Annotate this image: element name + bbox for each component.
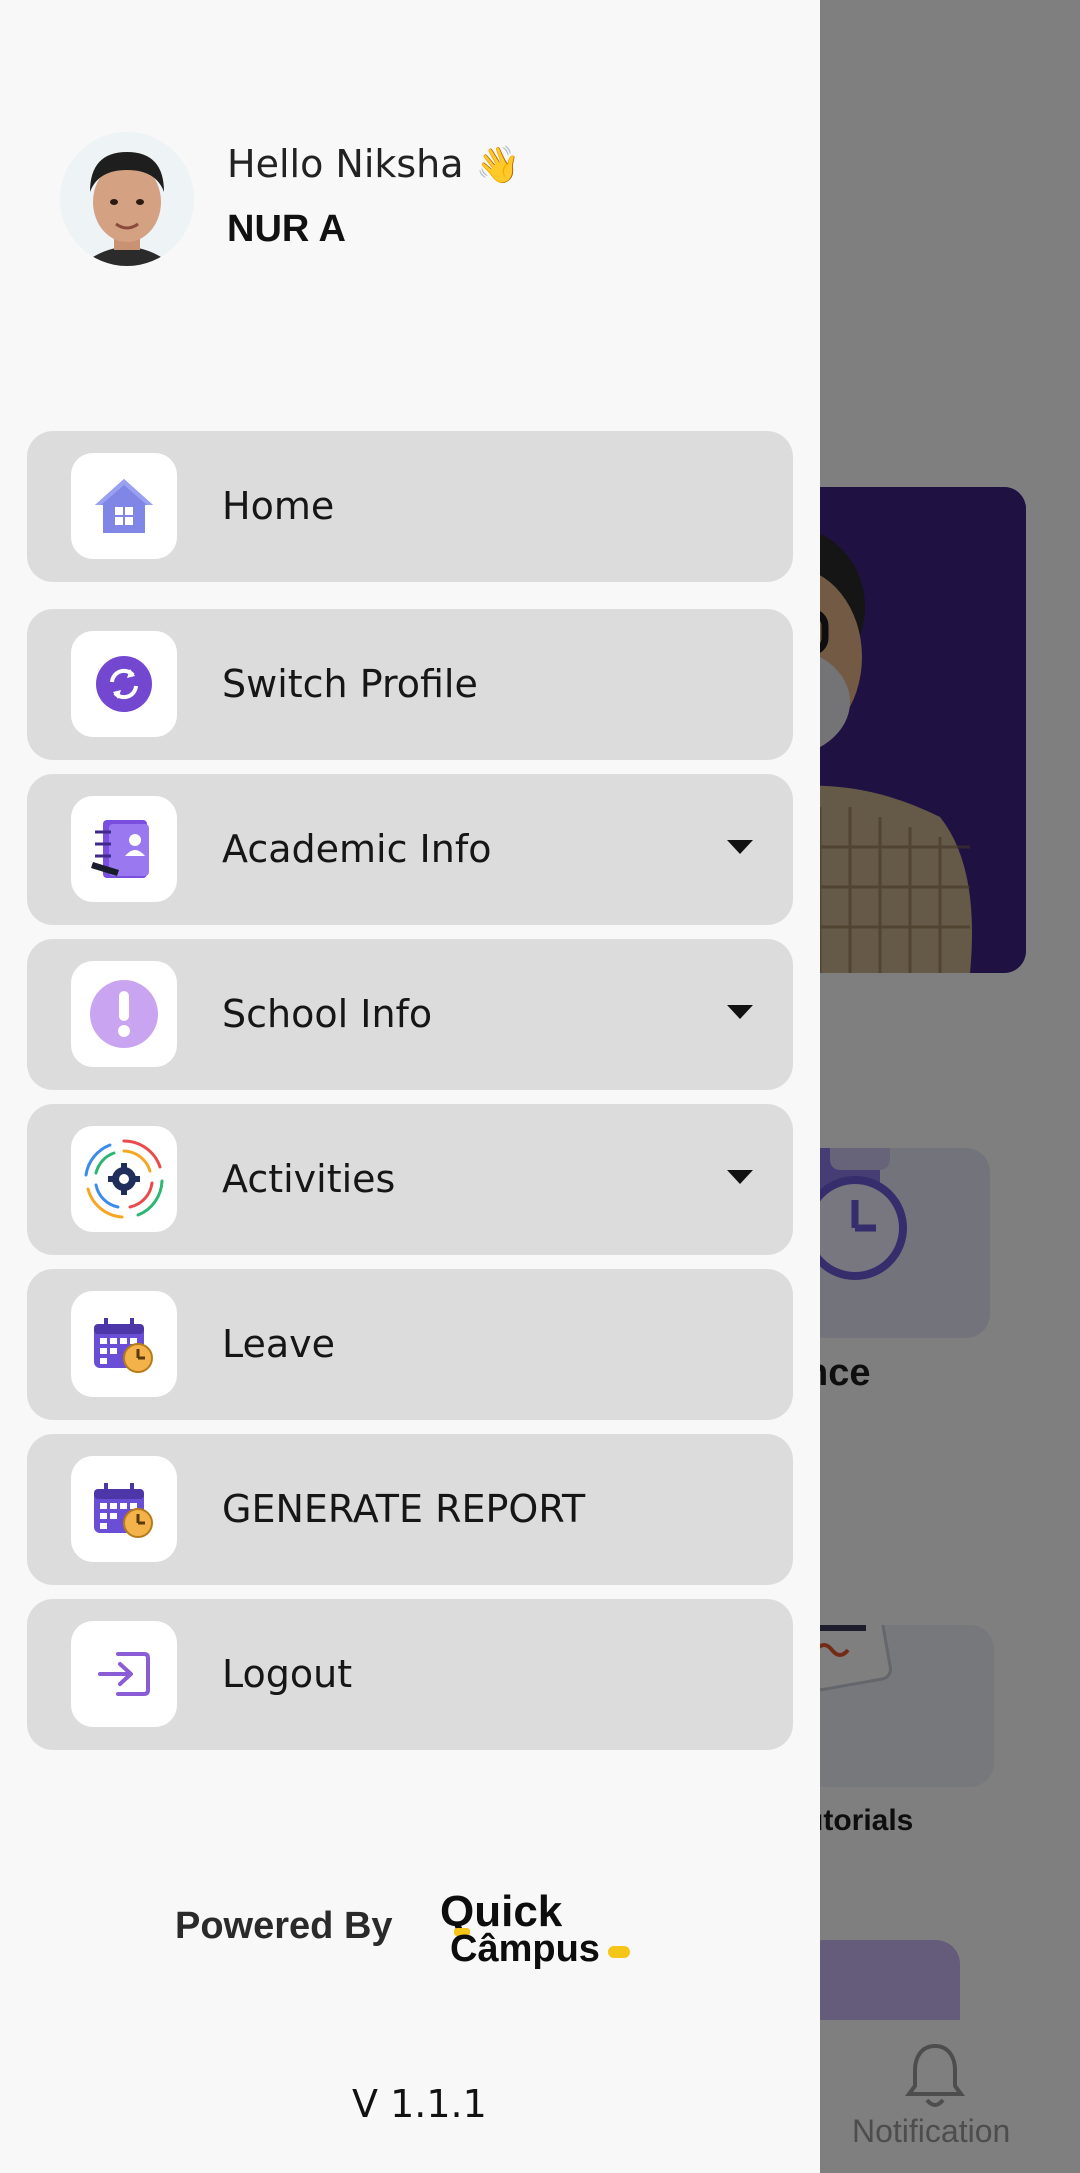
menu-item-home[interactable]: Home: [27, 431, 793, 582]
chevron-down-icon[interactable]: [727, 840, 753, 854]
menu-item-school-info[interactable]: School Info: [27, 939, 793, 1090]
waving-hand-icon: 👋: [475, 145, 521, 186]
menu-item-activities[interactable]: Activities: [27, 1104, 793, 1255]
menu-label: Logout: [222, 1652, 353, 1696]
menu-item-leave[interactable]: Leave: [27, 1269, 793, 1420]
menu-label: Leave: [222, 1322, 336, 1366]
menu-label: Switch Profile: [222, 662, 478, 706]
menu-label: Activities: [222, 1157, 396, 1201]
quickcampus-logo: Quick Câmpus: [438, 1888, 638, 1978]
menu-item-switch-profile[interactable]: Switch Profile: [27, 609, 793, 760]
report-calendar-icon: [71, 1456, 177, 1562]
brand-line-2: Câmpus: [450, 1928, 600, 1970]
chevron-down-icon[interactable]: [727, 1170, 753, 1184]
menu-item-academic-info[interactable]: Academic Info: [27, 774, 793, 925]
powered-by-label: Powered By: [175, 1905, 393, 1947]
avatar: [60, 132, 194, 266]
greeting-text: Hello Niksha 👋: [227, 142, 520, 186]
app-version: V 1.1.1: [352, 2082, 487, 2126]
leave-calendar-icon: [71, 1291, 177, 1397]
chevron-down-icon[interactable]: [727, 1005, 753, 1019]
logout-icon: [71, 1621, 177, 1727]
menu-item-generate-report[interactable]: GENERATE REPORT: [27, 1434, 793, 1585]
home-icon: [71, 453, 177, 559]
navigation-drawer: Hello Niksha 👋 NUR A Home Switch Profile…: [0, 0, 820, 2173]
class-name: NUR A: [227, 208, 346, 250]
menu-item-logout[interactable]: Logout: [27, 1599, 793, 1750]
activities-icon: [71, 1126, 177, 1232]
menu-label: Academic Info: [222, 827, 492, 871]
menu-label: GENERATE REPORT: [222, 1487, 586, 1531]
greeting-label: Hello Niksha: [227, 142, 464, 186]
brand-dot-mark: [608, 1946, 630, 1958]
student-photo: [60, 132, 194, 266]
menu-label: Home: [222, 484, 335, 528]
switch-profile-icon: [71, 631, 177, 737]
school-info-icon: [71, 961, 177, 1067]
academic-info-icon: [71, 796, 177, 902]
menu-label: School Info: [222, 992, 433, 1036]
